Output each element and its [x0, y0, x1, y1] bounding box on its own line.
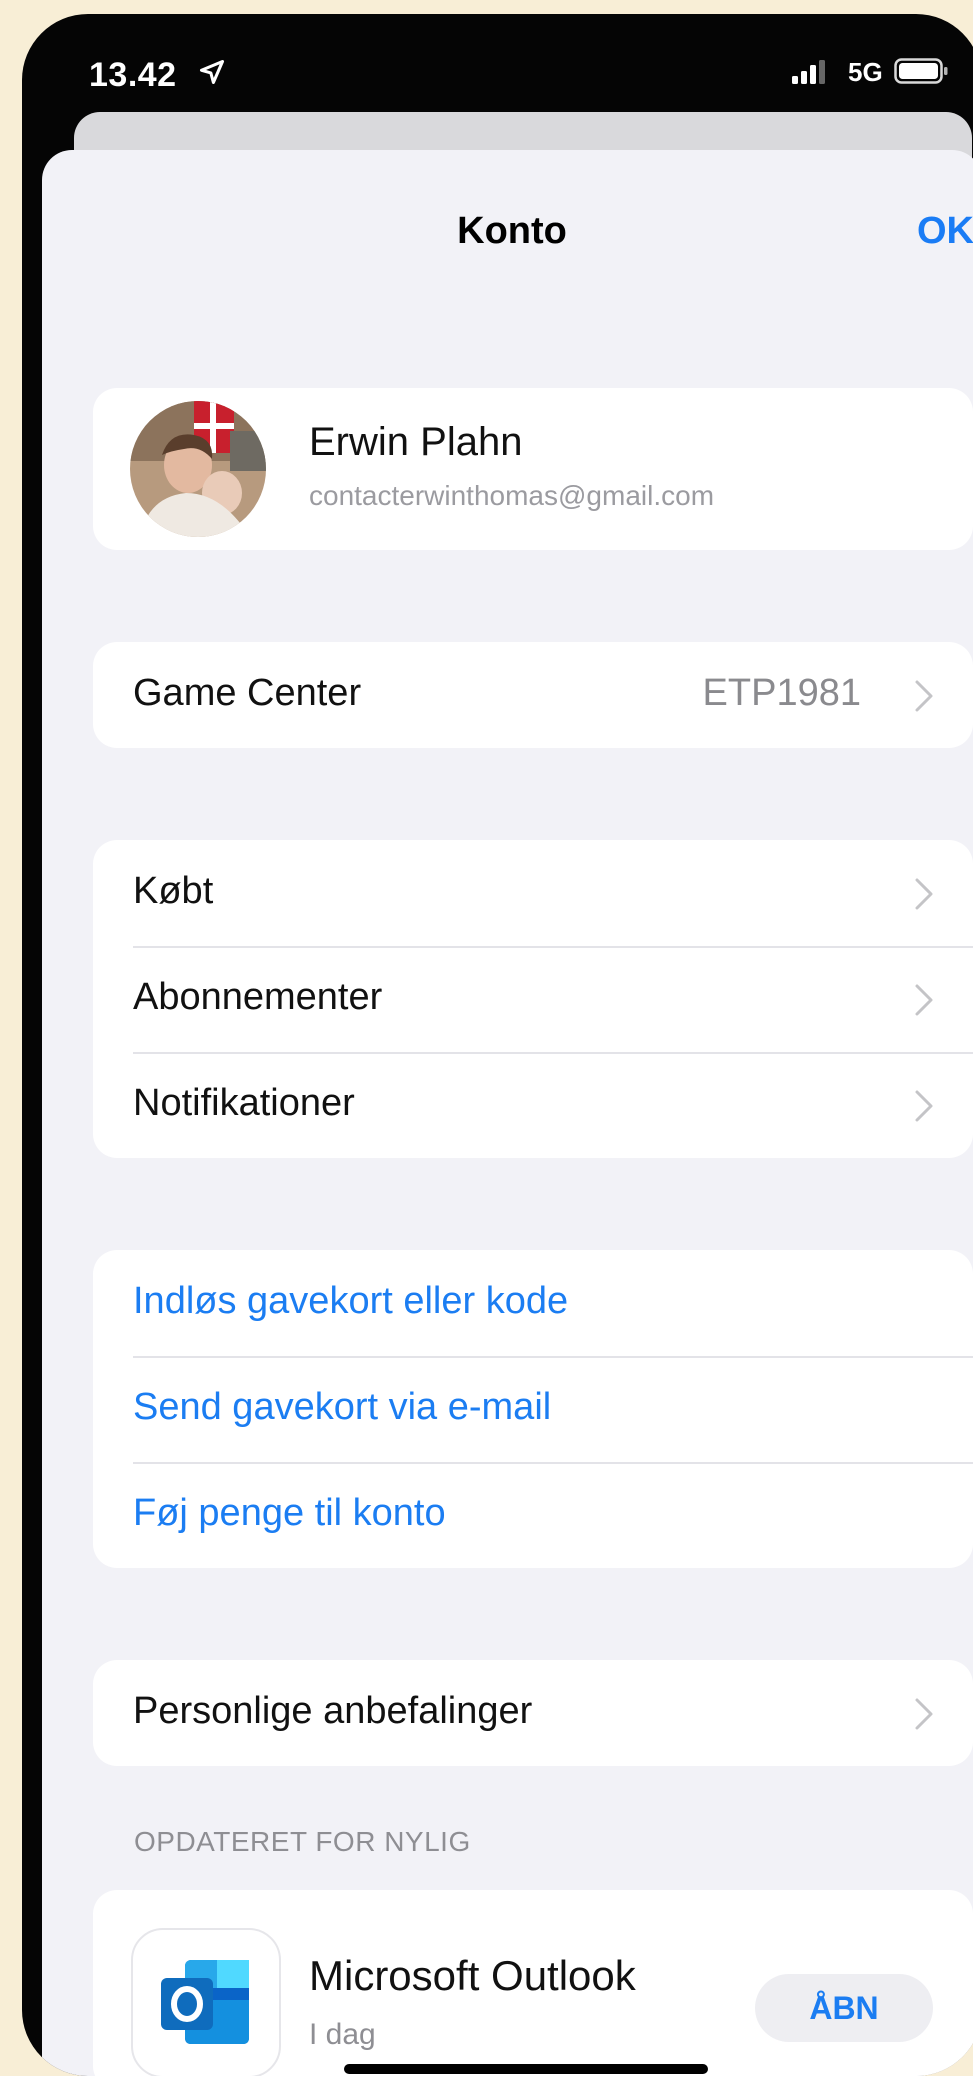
recommendations-label: Personlige anbefalinger [133, 1690, 533, 1732]
battery-icon [894, 58, 948, 84]
recommendations-card: Personlige anbefalinger [93, 1660, 973, 1766]
location-arrow-icon [199, 59, 225, 85]
done-button[interactable]: OK [917, 210, 973, 253]
navigation-bar: Konto OK [42, 150, 973, 270]
profile-name: Erwin Plahn [309, 420, 523, 464]
chevron-right-icon [915, 680, 933, 712]
add-funds-link[interactable]: Føj penge til konto [93, 1462, 973, 1568]
app-update-date: I dag [309, 2018, 376, 2051]
chevron-right-icon [915, 878, 933, 910]
link-label: Send gavekort via e-mail [133, 1386, 552, 1428]
menu-item-label: Notifikationer [133, 1082, 355, 1124]
chevron-right-icon [915, 1090, 933, 1122]
page-title: Konto [457, 210, 567, 252]
open-app-button[interactable]: ÅBN [755, 1974, 933, 2042]
home-indicator[interactable] [344, 2064, 708, 2074]
signal-strength-icon [792, 60, 825, 84]
phone-frame: 13.42 5G Konto OK Erwin Plahn contacterw… [22, 14, 973, 2076]
gift-card-links-card: Indløs gavekort eller kode Send gavekort… [93, 1250, 973, 1568]
menu-item-notifications[interactable]: Notifikationer [93, 1052, 973, 1158]
avatar-photo [130, 401, 266, 537]
menu-item-label: Købt [133, 870, 214, 912]
chevron-right-icon [915, 984, 933, 1016]
network-type: 5G [848, 57, 883, 87]
profile-card[interactable]: Erwin Plahn contacterwinthomas@gmail.com [93, 388, 973, 550]
outlook-icon [131, 1928, 281, 2076]
personal-recommendations-row[interactable]: Personlige anbefalinger [93, 1660, 973, 1766]
section-header-recent-updates: OPDATERET FOR NYLIG [134, 1826, 471, 1857]
profile-email: contacterwinthomas@gmail.com [309, 480, 715, 511]
redeem-gift-card-link[interactable]: Indløs gavekort eller kode [93, 1250, 973, 1356]
app-update-list-item[interactable]: Microsoft Outlook I dag ÅBN [93, 1890, 973, 2076]
game-center-value: ETP1981 [702, 672, 861, 714]
menu-item-subscriptions[interactable]: Abonnementer [93, 946, 973, 1052]
chevron-right-icon [915, 1698, 933, 1730]
account-sheet: Konto OK Erwin Plahn contacterwinthomas@… [42, 150, 973, 2076]
game-center-label: Game Center [133, 672, 362, 714]
menu-item-label: Abonnementer [133, 976, 383, 1018]
avatar [130, 401, 266, 537]
account-menu-card: Købt Abonnementer Notifikationer [93, 840, 973, 1158]
menu-item-purchased[interactable]: Købt [93, 840, 973, 946]
app-name: Microsoft Outlook [309, 1952, 636, 1999]
game-center-row[interactable]: Game Center ETP1981 [93, 642, 973, 748]
link-label: Indløs gavekort eller kode [133, 1280, 569, 1322]
status-bar: 13.42 5G [22, 14, 973, 124]
game-center-card: Game Center ETP1981 [93, 642, 973, 748]
send-gift-card-link[interactable]: Send gavekort via e-mail [93, 1356, 973, 1462]
link-label: Føj penge til konto [133, 1492, 446, 1534]
status-time: 13.42 [89, 56, 177, 94]
